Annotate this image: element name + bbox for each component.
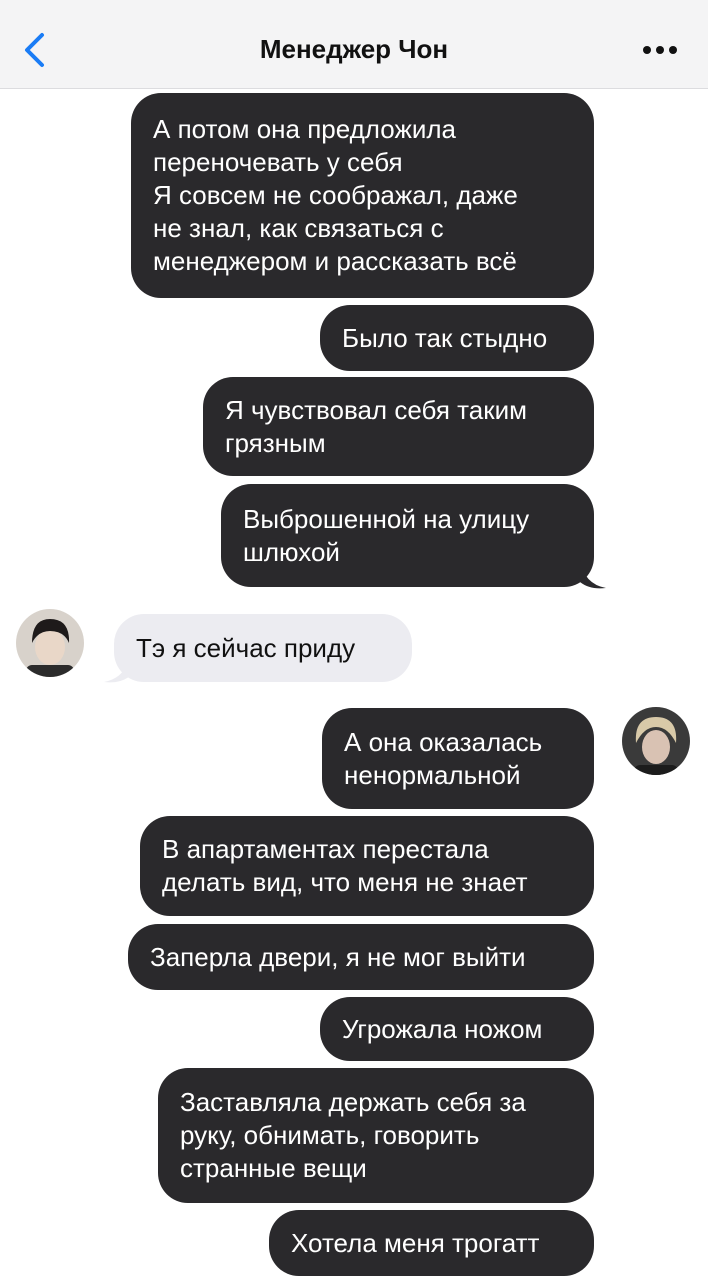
message-bubble-outgoing[interactable]: Было так стыдно	[320, 305, 594, 371]
user-avatar[interactable]	[622, 707, 690, 775]
message-bubble-outgoing[interactable]: А она оказалась ненормальной	[322, 708, 594, 809]
chat-title[interactable]: Менеджер Чон	[0, 34, 708, 65]
message-bubble-outgoing[interactable]: Угрожала ножом	[320, 997, 594, 1061]
message-bubble-outgoing[interactable]: Заперла двери, я не мог выйти	[128, 924, 594, 990]
message-bubble-outgoing[interactable]: Я чувствовал себя таким грязным	[203, 377, 594, 476]
message-bubble-outgoing[interactable]: Хотела меня трогатт	[269, 1210, 594, 1276]
ellipsis-icon	[643, 46, 677, 54]
message-bubble-outgoing[interactable]: А потом она предложила переночевать у се…	[131, 93, 594, 298]
more-options-button[interactable]	[638, 30, 682, 70]
message-bubble-incoming[interactable]: Тэ я сейчас приду	[114, 614, 412, 682]
message-bubble-outgoing[interactable]: Выброшенной на улицу шлюхой	[221, 484, 594, 587]
message-bubble-outgoing[interactable]: В апартаментах перестала делать вид, что…	[140, 816, 594, 916]
contact-avatar[interactable]	[16, 609, 84, 677]
chat-header: Менеджер Чон	[0, 0, 708, 89]
bubble-tail	[580, 560, 606, 589]
message-bubble-outgoing[interactable]: Заставляла держать себя за руку, обнимат…	[158, 1068, 594, 1203]
